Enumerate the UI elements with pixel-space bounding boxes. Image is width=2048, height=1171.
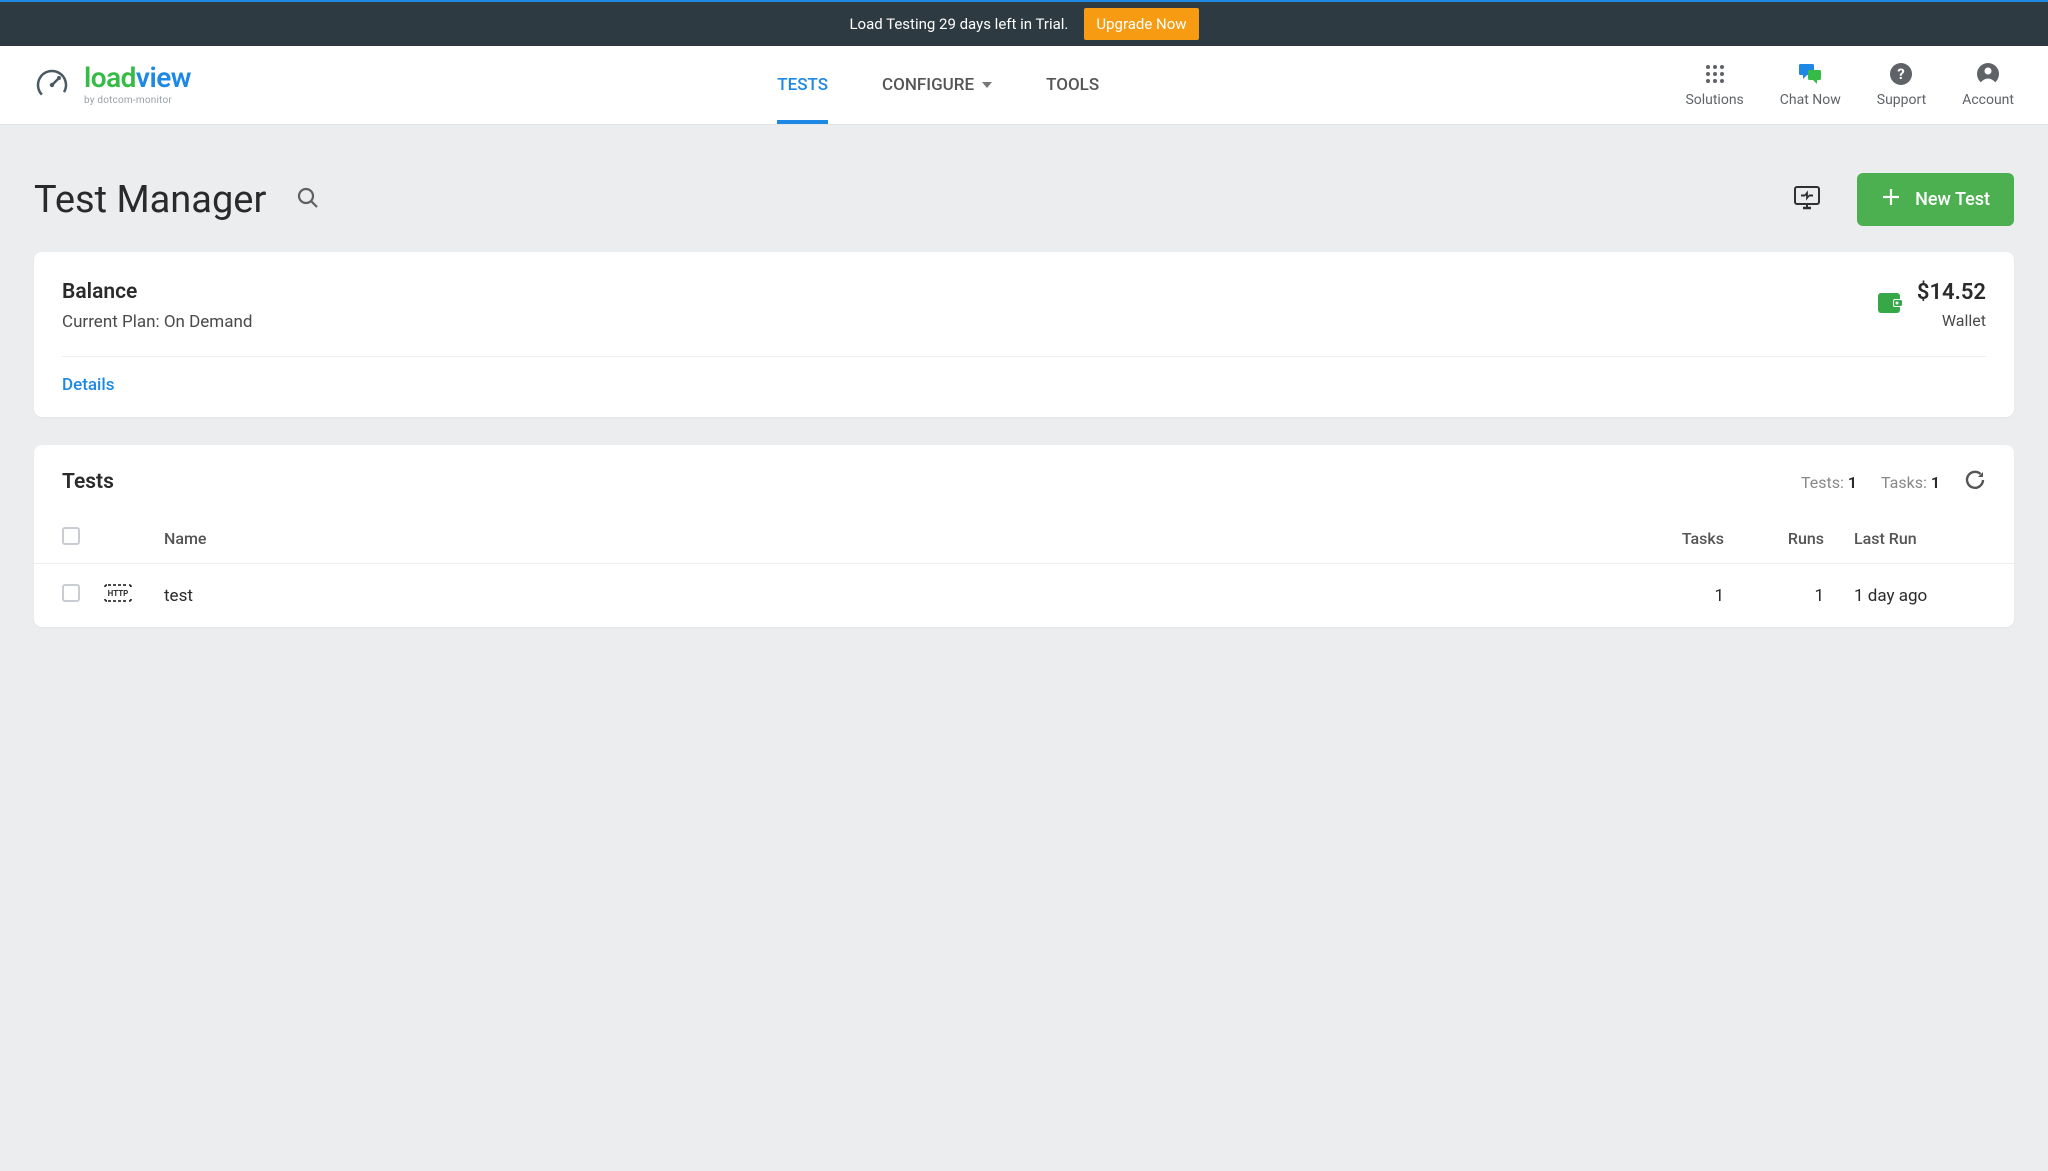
balance-amount: $14.52 — [1917, 280, 1986, 305]
refresh-icon[interactable] — [1964, 469, 1986, 495]
plus-icon — [1881, 187, 1901, 212]
nav-chat-now[interactable]: Chat Now — [1780, 62, 1841, 108]
apps-grid-icon — [1703, 62, 1727, 86]
svg-text:?: ? — [1898, 65, 1905, 83]
gauge-icon — [34, 67, 70, 103]
chat-icon — [1798, 62, 1822, 86]
trial-banner-text: Load Testing 29 days left in Trial. — [849, 15, 1068, 33]
tests-count: Tests: 1 — [1801, 473, 1857, 492]
new-test-label: New Test — [1915, 189, 1990, 210]
row-checkbox[interactable] — [62, 584, 80, 602]
balance-card: Balance Current Plan: On Demand $14.52 W… — [34, 252, 2014, 417]
page-header: Test Manager New Test — [0, 125, 2048, 252]
nav-support[interactable]: ? Support — [1877, 62, 1926, 108]
divider — [62, 356, 1986, 357]
tests-card: Tests Tests: 1 Tasks: 1 Name — [34, 445, 2014, 627]
table-row[interactable]: HTTP test 1 1 1 day ago — [34, 564, 2014, 628]
col-lastrun-header[interactable]: Last Run — [1854, 513, 2014, 564]
select-all-checkbox[interactable] — [62, 527, 80, 545]
balance-plan: Current Plan: On Demand — [62, 312, 252, 332]
upgrade-now-button[interactable]: Upgrade Now — [1084, 8, 1198, 40]
balance-title: Balance — [62, 280, 252, 304]
nav-account-label: Account — [1962, 92, 2014, 108]
monitor-icon[interactable] — [1793, 185, 1821, 215]
top-nav: loadview by dotcom-monitor TESTS CONFIGU… — [0, 46, 2048, 125]
nav-account[interactable]: Account — [1962, 62, 2014, 108]
nav-tab-configure-label: CONFIGURE — [882, 75, 974, 95]
page-title: Test Manager — [34, 178, 266, 222]
balance-details-link[interactable]: Details — [62, 375, 114, 395]
nav-center: TESTS CONFIGURE TOOLS — [191, 46, 1685, 124]
tasks-count: Tasks: 1 — [1881, 473, 1940, 492]
nav-right: Solutions Chat Now ? Support — [1685, 46, 2014, 124]
row-name: test — [164, 564, 1644, 628]
col-tasks-header[interactable]: Tasks — [1644, 513, 1754, 564]
http-icon: HTTP — [104, 582, 132, 604]
caret-down-icon — [982, 82, 992, 88]
nav-tab-configure[interactable]: CONFIGURE — [882, 46, 992, 124]
nav-chat-label: Chat Now — [1780, 92, 1841, 108]
table-header-row: Name Tasks Runs Last Run — [34, 513, 2014, 564]
logo-subtitle: by dotcom-monitor — [84, 96, 191, 106]
nav-solutions[interactable]: Solutions — [1685, 62, 1743, 108]
row-runs: 1 — [1754, 564, 1854, 628]
nav-tab-tests-label: TESTS — [777, 75, 828, 95]
svg-text:HTTP: HTTP — [108, 589, 129, 598]
tests-table: Name Tasks Runs Last Run HTTP — [34, 513, 2014, 627]
col-name-header[interactable]: Name — [164, 513, 1644, 564]
logo-text-view: view — [136, 61, 191, 94]
wallet-icon — [1877, 291, 1903, 319]
tests-title: Tests — [62, 470, 114, 494]
col-runs-header[interactable]: Runs — [1754, 513, 1854, 564]
account-icon — [1976, 62, 2000, 86]
logo-text-load: load — [84, 61, 136, 94]
nav-tab-tools-label: TOOLS — [1046, 75, 1099, 95]
balance-wallet-label: Wallet — [1942, 311, 1986, 330]
nav-support-label: Support — [1877, 92, 1926, 108]
logo[interactable]: loadview by dotcom-monitor — [34, 46, 191, 124]
nav-tab-tools[interactable]: TOOLS — [1046, 46, 1099, 124]
search-icon[interactable] — [296, 186, 320, 214]
row-tasks: 1 — [1644, 564, 1754, 628]
trial-banner: Load Testing 29 days left in Trial. Upgr… — [0, 0, 2048, 46]
help-icon: ? — [1889, 62, 1913, 86]
nav-tab-tests[interactable]: TESTS — [777, 46, 828, 124]
new-test-button[interactable]: New Test — [1857, 173, 2014, 226]
row-lastrun: 1 day ago — [1854, 564, 2014, 628]
nav-solutions-label: Solutions — [1685, 92, 1743, 108]
